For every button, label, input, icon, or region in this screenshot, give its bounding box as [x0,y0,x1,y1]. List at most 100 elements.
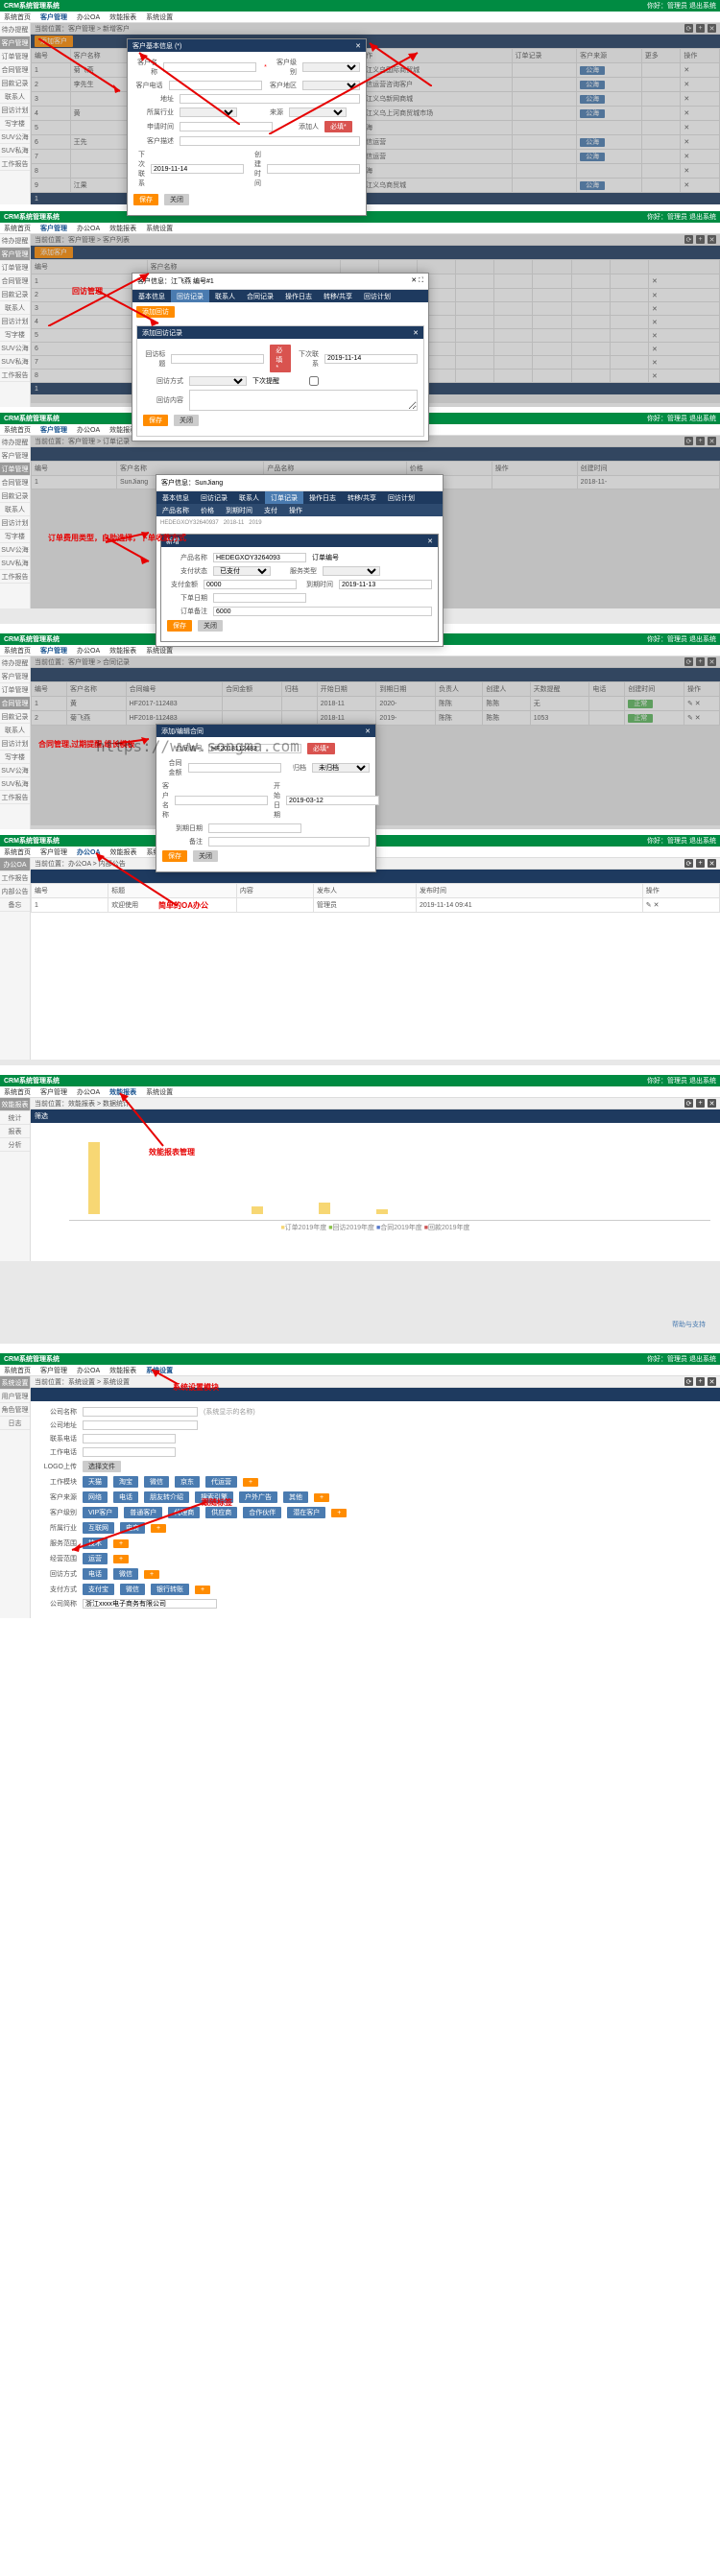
required-badge: 必填* [324,121,352,132]
addr-input[interactable] [180,94,360,104]
customer-name-input[interactable] [163,62,256,72]
label: 创建时间 [250,150,261,188]
tab[interactable]: 操作日志 [279,290,318,302]
contract-modal: 添加/编辑合同✕ 合同编号必填* 合同金额归档未归档 客户名称开始日期 到期日期… [156,724,376,872]
close-button[interactable]: 关闭 [193,850,218,862]
modal-title: 客户信息：江飞燕 编号#1 [137,276,214,286]
brand-logo: CRM系统管理系统 [4,1,60,11]
visit-content-input[interactable] [189,390,418,411]
sidebar: 待办提醒 客户管理 订单管理 合同管理 回款记录 联系人 回访计划 写字楼 SU… [0,23,31,204]
visit-method-select[interactable] [189,376,247,386]
save-button[interactable]: 保存 [162,850,187,862]
remind-checkbox[interactable] [285,376,343,386]
tab[interactable]: 联系人 [209,290,241,302]
nav-oa[interactable]: 办公OA [77,12,100,22]
apply-date-input[interactable] [180,122,273,131]
add-visit-button[interactable]: 添加回访 [136,306,175,318]
annotation-text: 简单的OA办公 [158,900,208,911]
sidebar-item[interactable]: SUV公海 [0,131,30,144]
sidebar-item[interactable]: 待办提醒 [0,23,30,36]
save-button[interactable]: 保存 [133,194,158,205]
tab[interactable]: 转移/共享 [318,290,358,302]
desc-input[interactable] [180,136,360,146]
tag[interactable]: 微信 [144,1476,169,1488]
close-icon[interactable]: ✕ [355,42,361,50]
screenshot-4: CRM系统管理系统你好：管理员 退出系统 系统首页客户管理办公OA效能报表系统设… [0,633,720,825]
expire-input[interactable] [339,580,432,589]
start-input[interactable] [286,796,379,805]
close-button[interactable]: 关闭 [198,620,223,632]
close-button[interactable]: 关闭 [164,194,189,205]
label: 客户名称 [133,58,157,77]
region-select[interactable] [302,81,360,90]
label: 客户地区 [268,81,298,90]
sidebar-item[interactable]: 联系人 [0,90,30,104]
sidebar-item[interactable]: 回款记录 [0,77,30,90]
tag[interactable]: 天猫 [83,1476,108,1488]
tab[interactable]: 回访记录 [171,290,209,302]
remark-input[interactable] [213,607,432,616]
work-tel-input[interactable] [83,1447,176,1457]
sidebar-item[interactable]: 回访计划 [0,104,30,117]
archive-select[interactable]: 未归档 [312,763,370,773]
product-input[interactable] [213,553,306,562]
tag[interactable]: 淘宝 [113,1476,138,1488]
tag[interactable]: 京东 [175,1476,200,1488]
label: 下次联系 [133,150,145,188]
tab-bar: 基本信息 回访记录 联系人 合同记录 操作日志 转移/共享 回访计划 [132,290,428,302]
save-button[interactable]: 保存 [143,415,168,426]
address-input[interactable] [83,1420,198,1430]
save-button[interactable]: 保存 [167,620,192,632]
close-icon[interactable]: ✕ [413,329,419,337]
sidebar-item[interactable]: 合同管理 [0,63,30,77]
nav-customer[interactable]: 客户管理 [40,12,67,22]
sidebar-item[interactable]: 订单管理 [0,50,30,63]
pay-status-select[interactable]: 已支付 [213,566,271,576]
screenshot-1: CRM系统管理系统 你好：管理员 退出系统 系统首页 客户管理 办公OA 效能报… [0,0,720,202]
service-select[interactable] [323,566,380,576]
modal-header: 客户基本信息 (*) ✕ [128,39,366,52]
company-input[interactable] [83,1407,198,1417]
amount-input[interactable] [188,763,281,773]
sidebar-item[interactable]: 客户管理 [0,36,30,50]
user-info[interactable]: 你好：管理员 退出系统 [647,1,716,11]
source-select[interactable] [289,107,347,117]
sidebar-item[interactable]: 工作报告 [0,157,30,171]
tab[interactable]: 合同记录 [241,290,279,302]
cust-input[interactable] [175,796,268,805]
tab[interactable]: 回访计划 [358,290,396,302]
nav-report[interactable]: 效能报表 [109,12,136,22]
end-input[interactable] [208,823,301,833]
tab[interactable]: 基本信息 [132,290,171,302]
label: 所属行业 [133,107,174,117]
add-tag-button[interactable]: + [243,1478,258,1487]
order-date-input[interactable] [213,593,306,603]
short-name-input[interactable] [83,1599,217,1609]
close-button[interactable]: 关闭 [174,415,199,426]
nav-home[interactable]: 系统首页 [4,12,31,22]
amount-input[interactable] [204,580,297,589]
tel-input[interactable] [83,1434,176,1443]
screenshot-6: CRM系统管理系统你好：管理员 退出系统 系统首页客户管理办公OA效能报表系统设… [0,1075,720,1344]
create-time-input[interactable] [267,164,360,174]
level-select[interactable] [302,62,360,72]
footer-link[interactable]: 帮助与支持 [672,1320,706,1329]
next-contact-input[interactable] [151,164,244,174]
close-icon[interactable]: ✕ ⛶ [411,276,423,286]
sidebar-item[interactable]: 写字楼 [0,117,30,131]
industry-select[interactable] [180,107,237,117]
sidebar-item[interactable]: SUV私海 [0,144,30,157]
annotation-text: 系统设置模块 [173,1382,219,1393]
next-date-input[interactable] [324,354,418,364]
contract-no-input[interactable] [208,744,301,753]
annotation-text: 合同管理,过期提醒,组长模板 [38,739,134,750]
label: 地址 [133,94,174,104]
visit-title-input[interactable] [171,354,264,364]
remark-input[interactable] [208,837,370,847]
nav-settings[interactable]: 系统设置 [146,12,173,22]
upload-button[interactable]: 选择文件 [83,1461,121,1472]
label: 来源 [243,107,283,117]
customer-detail-modal: 客户信息：江飞燕 编号#1 ✕ ⛶ 基本信息 回访记录 联系人 合同记录 操作日志… [132,273,429,441]
phone-input[interactable] [169,81,262,90]
tag[interactable]: 代运营 [205,1476,237,1488]
